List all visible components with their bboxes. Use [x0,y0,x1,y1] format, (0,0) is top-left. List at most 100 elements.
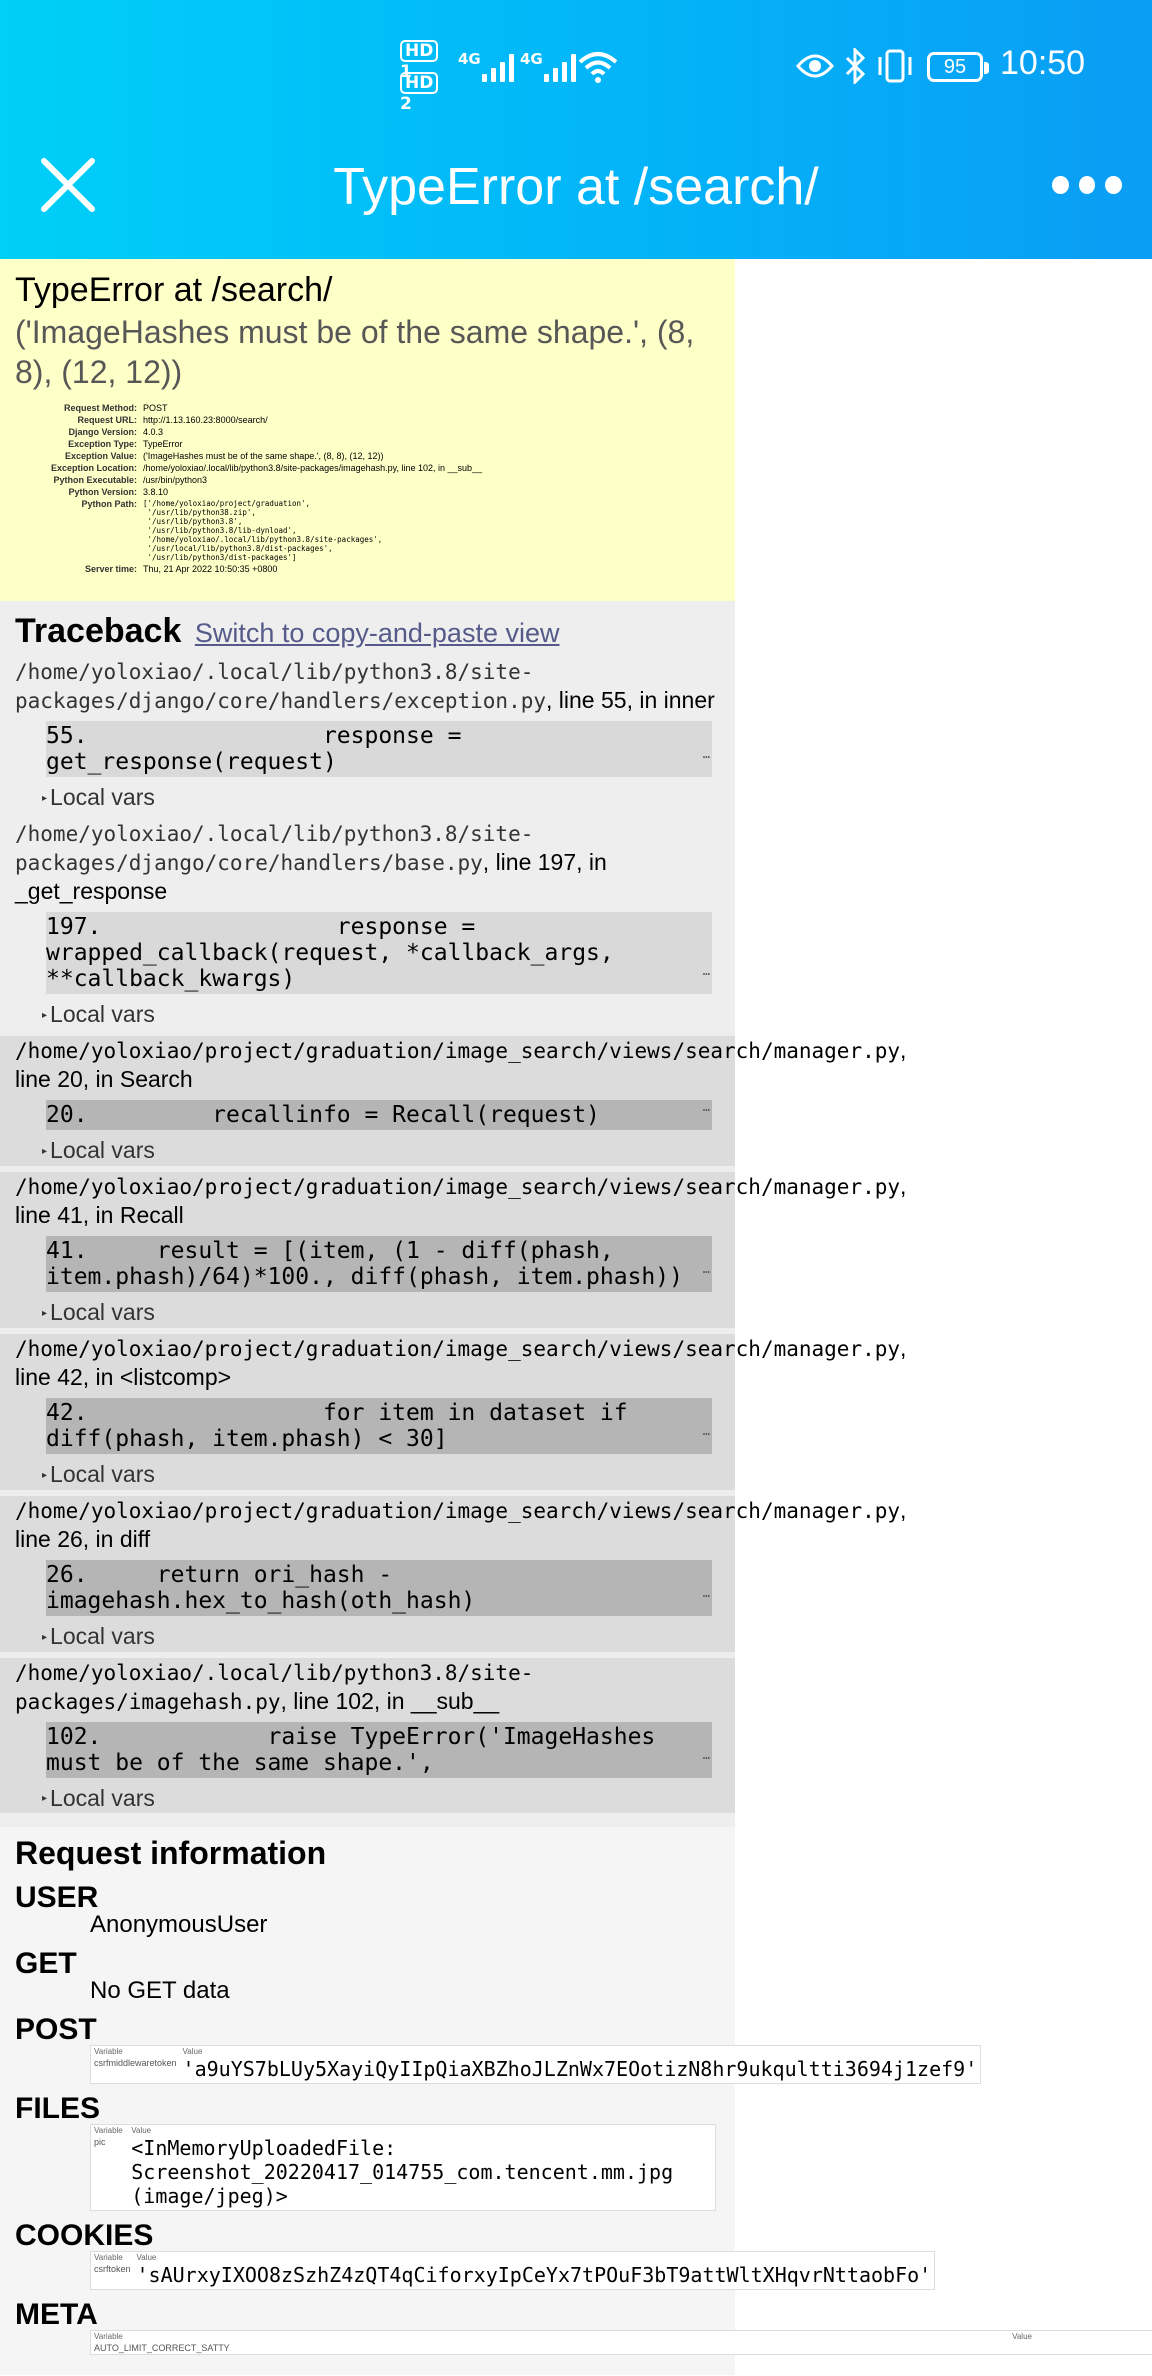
post-variable-value: 'a9uYS7bLUy5XayiQyIIpQiaXBZhoJLZnWx7EOot… [182,2057,978,2082]
battery-indicator: 95 [927,52,989,82]
frame-line-info: , line 102, in __sub__ [280,1687,500,1714]
files-variable-name: pic [94,2137,106,2148]
frame-context-line[interactable]: 42. for item in dataset if diff(phash, i… [46,1397,712,1454]
traceback-frame: /home/yoloxiao/project/graduation/image_… [0,1035,906,1166]
frame-location: /home/yoloxiao/.local/lib/python3.8/site… [15,1658,720,1716]
traceback-section: Traceback Switch to copy-and-paste view … [0,601,906,1828]
meta-label: Request URL: [77,415,137,425]
meta-value: ['/home/yoloxiao/project/graduation', '/… [143,499,383,562]
code-text: 42. for item in dataset if diff(phash, i… [46,1399,642,1452]
cookies-heading: COOKIES [15,2219,154,2253]
sim1-hd-badge: HD 1 [400,40,454,82]
post-heading: POST [15,2013,97,2047]
disclosure-triangle-icon: ▸ [42,1793,48,1805]
local-vars-toggle[interactable]: ▸ Local vars [42,1136,720,1166]
network-type-1: 4G [458,50,481,68]
meta-value: 4.0.3 [143,427,164,437]
local-vars-label: Local vars [50,1298,155,1325]
expand-context-icon[interactable]: … [703,1094,710,1120]
sim2-hd-badge: HD 2 [400,72,454,114]
frame-context-line[interactable]: 197. response = wrapped_callback(request… [46,911,712,994]
variable-column-header: Variable [94,2047,123,2057]
expand-context-icon[interactable]: … [703,741,710,767]
webview-content[interactable]: TypeError at /search/ ('ImageHashes must… [0,259,1152,2376]
local-vars-toggle[interactable]: ▸ Local vars [42,1460,720,1490]
frame-context-line[interactable]: 55. response = get_response(request) … [46,721,712,777]
expand-context-icon[interactable]: … [703,1742,710,1768]
local-vars-toggle[interactable]: ▸ Local vars [42,1000,720,1030]
post-section: POST Variable Value csrfmiddlewaretoken 'a… [15,2013,982,2085]
signal-strength-2-icon [544,52,576,82]
local-vars-toggle[interactable]: ▸ Local vars [42,1298,720,1328]
expand-context-icon[interactable]: … [703,1580,710,1606]
eye-comfort-icon [796,54,834,78]
traceback-frames: /home/yoloxiao/.local/lib/python3.8/site… [0,657,906,1814]
expand-context-icon[interactable]: … [703,958,710,984]
table-row: csrfmiddlewaretoken 'a9uYS7bLUy5XayiQyIIp… [91,2057,981,2084]
frame-file-path: /home/yoloxiao/.local/lib/python3.8/site… [15,660,547,713]
disclosure-triangle-icon: ▸ [42,1307,48,1319]
frame-context-line[interactable]: 41. result = [(item, (1 - diff(phash, it… [46,1235,712,1292]
variable-column-header: Variable [94,2253,123,2263]
traceback-frame: /home/yoloxiao/project/graduation/image_… [0,1171,906,1328]
status-time: 10:50 [1000,44,1086,82]
expand-context-icon[interactable]: … [703,1418,710,1444]
cookies-section: COOKIES Variable Value csrftoken 'sAUrxyIX… [15,2219,936,2291]
meta-heading: META [15,2298,98,2332]
frame-file-path: /home/yoloxiao/project/graduation/image_… [15,1336,901,1361]
frame-context-line[interactable]: 20. recallinfo = Recall(request)… [46,1099,712,1130]
frame-location: /home/yoloxiao/project/graduation/image_… [15,1036,906,1094]
meta-row: Django Version: 4.0.3 [15,426,482,438]
django-error-page: TypeError at /search/ ('ImageHashes must… [0,259,1152,2376]
meta-value: http://1.13.160.23:8000/search/ [143,415,268,425]
local-vars-toggle[interactable]: ▸ Local vars [42,783,720,813]
traceback-frame: /home/yoloxiao/project/graduation/image_… [0,1495,906,1652]
meta-label: Exception Location: [50,463,137,473]
dot-icon [1078,176,1096,194]
code-text: 55. response = get_response(request) [46,723,476,775]
user-heading: USER [15,1881,99,1915]
meta-row: Exception Value: ('ImageHashes must be of… [15,450,482,462]
meta-label: Exception Type: [68,439,137,449]
disclosure-triangle-icon: ▸ [42,1145,48,1157]
signal-strength-1-icon [482,52,514,82]
bluetooth-icon [845,48,866,84]
frame-context-line[interactable]: 26. return ori_hash - imagehash.hex_to_h… [46,1559,712,1616]
frame-location: /home/yoloxiao/project/graduation/image_… [15,1172,906,1230]
error-summary: TypeError at /search/ ('ImageHashes must… [0,259,735,601]
network-type-2: 4G [520,50,543,68]
more-options-button[interactable] [1052,170,1123,200]
files-heading: FILES [15,2092,101,2126]
meta-row: Python Executable: /usr/bin/python3 [15,474,482,486]
variable-column-header: Variable [94,2126,123,2136]
meta-label: Python Version: [68,487,137,497]
code-text: 197. response = wrapped_callback(request… [46,913,628,992]
meta-row: Python Path: ['/home/yoloxiao/project/gra… [15,498,482,563]
get-value: No GET data [90,1977,230,2005]
meta-row: Exception Location: /home/yoloxiao/.local… [15,462,482,474]
frame-file-path: /home/yoloxiao/project/graduation/image_… [15,1174,901,1199]
code-text: 26. return ori_hash - imagehash.hex_to_h… [46,1561,476,1614]
variable-column-header: Variable [94,2332,123,2342]
frame-location: /home/yoloxiao/project/graduation/image_… [15,1334,906,1392]
local-vars-toggle[interactable]: ▸ Local vars [42,1784,720,1814]
meta-row: Server time: Thu, 21 Apr 2022 10:50:35 +0… [15,563,482,575]
traceback-frame: /home/yoloxiao/.local/lib/python3.8/site… [0,1657,735,1814]
disclosure-triangle-icon: ▸ [42,792,48,804]
switch-view-link[interactable]: Switch to copy-and-paste view [195,618,560,648]
traceback-frame: /home/yoloxiao/.local/lib/python3.8/site… [15,819,720,1030]
meta-row: Request Method: POST [15,402,482,414]
local-vars-toggle[interactable]: ▸ Local vars [42,1622,720,1652]
meta-label: Exception Value: [64,451,137,461]
local-vars-label: Local vars [50,1000,155,1027]
frame-context-line[interactable]: 102. raise TypeError('ImageHashes must b… [46,1721,712,1778]
files-variables-table: Variable Value pic <InMemoryUploadedFile: … [90,2124,716,2212]
app-header: HD 1 HD 2 4G 4G 95 10:50 TypeError at /s… [0,0,1152,259]
error-title: TypeError at /search/ [15,271,333,309]
meta-value: /usr/bin/python3 [143,475,208,485]
request-info-heading: Request information [15,1835,327,1872]
meta-value: /home/yoloxiao/.local/lib/python3.8/site… [143,463,483,473]
status-bar: HD 1 HD 2 4G 4G 95 10:50 [0,0,1152,135]
traceback-frame: /home/yoloxiao/.local/lib/python3.8/site… [15,657,720,813]
expand-context-icon[interactable]: … [703,1256,710,1282]
